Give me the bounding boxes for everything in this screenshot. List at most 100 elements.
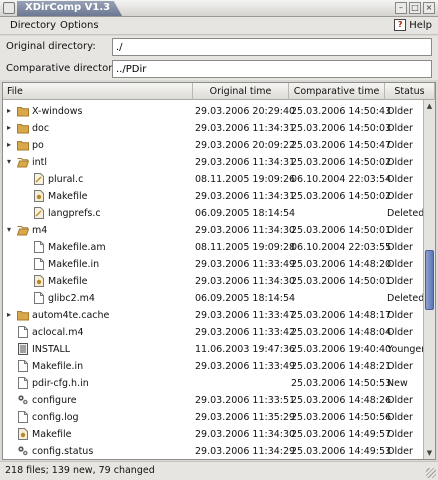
resize-grip-icon[interactable] [426, 468, 436, 478]
file-name: langprefs.c [48, 208, 101, 219]
comparative-time: 06.10.2004 22:03:55 [291, 242, 392, 253]
comparative-time: 25.03.2006 14:50:43 [291, 106, 392, 117]
table-row[interactable]: aclocal.m4 29.03.2006 11:33:42 25.03.2006 … [3, 324, 423, 341]
expand-icon[interactable]: ▸ [7, 106, 11, 115]
status-cell: Older [387, 174, 413, 185]
table-row[interactable]: ▾ m4 29.03.2006 11:34:30 25.03.2006 14:50:0… [3, 222, 423, 239]
table-row[interactable]: configure 29.03.2006 11:33:51 25.03.2006 1… [3, 392, 423, 409]
column-comparative-time[interactable]: Comparative time [289, 83, 385, 100]
vertical-scrollbar[interactable]: ▲ ▼ [423, 100, 435, 459]
table-row[interactable]: INSTALL 11.06.2003 19:47:36 25.03.2006 19:… [3, 341, 423, 358]
file-name: pdir-cfg.h.in [32, 378, 89, 389]
c-source-file-icon [33, 207, 45, 219]
column-status[interactable]: Status [385, 83, 435, 100]
file-name: m4 [32, 225, 48, 236]
table-row[interactable]: Makefile 29.03.2006 11:34:30 25.03.2006 14… [3, 273, 423, 290]
comparative-directory-input[interactable] [112, 60, 432, 78]
table-row[interactable]: config.status 29.03.2006 11:34:29 25.03.20… [3, 443, 423, 459]
file-name: doc [32, 123, 50, 134]
tree-header: File Original time Comparative time Stat… [3, 83, 435, 100]
scroll-thumb[interactable] [425, 250, 434, 310]
table-row[interactable]: ▾ intl 29.03.2006 11:34:31 25.03.2006 14:50… [3, 154, 423, 171]
status-cell: Older [387, 327, 413, 338]
original-time: 29.03.2006 11:33:42 [195, 327, 296, 338]
title-bar[interactable]: XDirComp V1.3 – □ × [0, 0, 438, 17]
original-time: 06.09.2005 18:14:54 [195, 208, 296, 219]
menu-directory[interactable]: Directory [10, 20, 56, 31]
column-original-time[interactable]: Original time [193, 83, 289, 100]
expand-icon[interactable]: ▸ [7, 123, 11, 132]
original-time: 29.03.2006 11:34:31 [195, 123, 296, 134]
table-row[interactable]: pdir-cfg.h.in 25.03.2006 14:50:53 New [3, 375, 423, 392]
table-row[interactable]: Makefile.in 29.03.2006 11:33:49 25.03.2006… [3, 256, 423, 273]
window-controls: – □ × [395, 2, 435, 14]
table-row[interactable]: ▸ X-windows 29.03.2006 20:29:40 25.03.2006 … [3, 103, 423, 120]
status-cell: Older [387, 412, 413, 423]
file-name: Makefile.am [48, 242, 106, 253]
comparative-time: 25.03.2006 14:48:26 [291, 395, 392, 406]
file-name: Makefile [32, 429, 72, 440]
table-row[interactable]: Makefile.in 29.03.2006 11:33:49 25.03.2006… [3, 358, 423, 375]
file-icon [17, 326, 29, 338]
status-cell: Older [387, 310, 413, 321]
original-time: 29.03.2006 11:33:49 [195, 259, 296, 270]
comparative-time: 06.10.2004 22:03:54 [291, 174, 392, 185]
file-icon [17, 377, 29, 389]
scroll-down-icon[interactable]: ▼ [425, 448, 434, 458]
original-directory-input[interactable] [112, 38, 432, 56]
original-time: 29.03.2006 11:33:47 [195, 310, 296, 321]
status-cell: Older [387, 276, 413, 287]
file-name: plural.c [48, 174, 84, 185]
close-icon[interactable]: × [423, 2, 435, 14]
status-cell: Older [387, 225, 413, 236]
collapse-icon[interactable]: ▾ [7, 225, 11, 234]
file-icon [17, 411, 29, 423]
file-name: Makefile [48, 191, 88, 202]
original-time: 29.03.2006 11:34:30 [195, 225, 296, 236]
comparative-time: 25.03.2006 14:50:01 [291, 225, 392, 236]
window-menu-icon[interactable] [3, 2, 15, 14]
help-icon: ? [394, 19, 407, 31]
original-time: 08.11.2005 19:09:26 [195, 174, 296, 185]
file-icon [33, 241, 45, 253]
comparative-time: 25.03.2006 14:48:17 [291, 310, 392, 321]
table-row[interactable]: glibc2.m4 06.09.2005 18:14:54 Deleted [3, 290, 423, 307]
scroll-up-icon[interactable]: ▲ [425, 101, 434, 111]
status-cell: Older [387, 361, 413, 372]
column-file[interactable]: File [3, 83, 193, 100]
minimize-icon[interactable]: – [395, 2, 407, 14]
table-row[interactable]: ▸ autom4te.cache 29.03.2006 11:33:47 25.03.… [3, 307, 423, 324]
comparative-time: 25.03.2006 14:50:53 [291, 378, 392, 389]
menu-help[interactable]: ? Help [394, 19, 432, 31]
expand-icon[interactable]: ▸ [7, 310, 11, 319]
collapse-icon[interactable]: ▾ [7, 157, 11, 166]
table-row[interactable]: Makefile 29.03.2006 11:34:30 25.03.2006 14… [3, 426, 423, 443]
menu-options[interactable]: Options [60, 20, 99, 31]
file-tree[interactable]: File Original time Comparative time Stat… [2, 82, 436, 460]
table-row[interactable]: Makefile.am 08.11.2005 19:09:28 06.10.2004… [3, 239, 423, 256]
table-row[interactable]: ▸ po 29.03.2006 20:09:22 25.03.2006 14:50:4… [3, 137, 423, 154]
file-name: Makefile.in [48, 259, 100, 270]
comparative-time: 25.03.2006 14:49:53 [291, 446, 392, 457]
script-icon [17, 394, 29, 406]
table-row[interactable]: Makefile 29.03.2006 11:34:31 25.03.2006 14… [3, 188, 423, 205]
table-row[interactable]: ▸ doc 29.03.2006 11:34:31 25.03.2006 14:50:… [3, 120, 423, 137]
table-row[interactable]: config.log 29.03.2006 11:35:29 25.03.2006 … [3, 409, 423, 426]
comparative-time: 25.03.2006 14:48:04 [291, 327, 392, 338]
comparative-time: 25.03.2006 19:40:40 [291, 344, 392, 355]
folder-open-icon [16, 224, 30, 236]
table-row[interactable]: langprefs.c 06.09.2005 18:14:54 Deleted [3, 205, 423, 222]
expand-icon[interactable]: ▸ [7, 140, 11, 149]
status-cell: Older [387, 429, 413, 440]
file-name: glibc2.m4 [48, 293, 95, 304]
table-row[interactable]: plural.c 08.11.2005 19:09:26 06.10.2004 22… [3, 171, 423, 188]
status-cell: Older [387, 259, 413, 270]
maximize-icon[interactable]: □ [409, 2, 421, 14]
status-bar: 218 files; 139 new, 79 changed [0, 461, 438, 480]
comparative-time: 25.03.2006 14:50:03 [291, 123, 392, 134]
file-name: config.log [32, 412, 79, 423]
file-name: po [32, 140, 44, 151]
status-cell: Older [387, 106, 413, 117]
folder-icon [17, 105, 29, 117]
status-cell: Deleted [387, 293, 423, 304]
